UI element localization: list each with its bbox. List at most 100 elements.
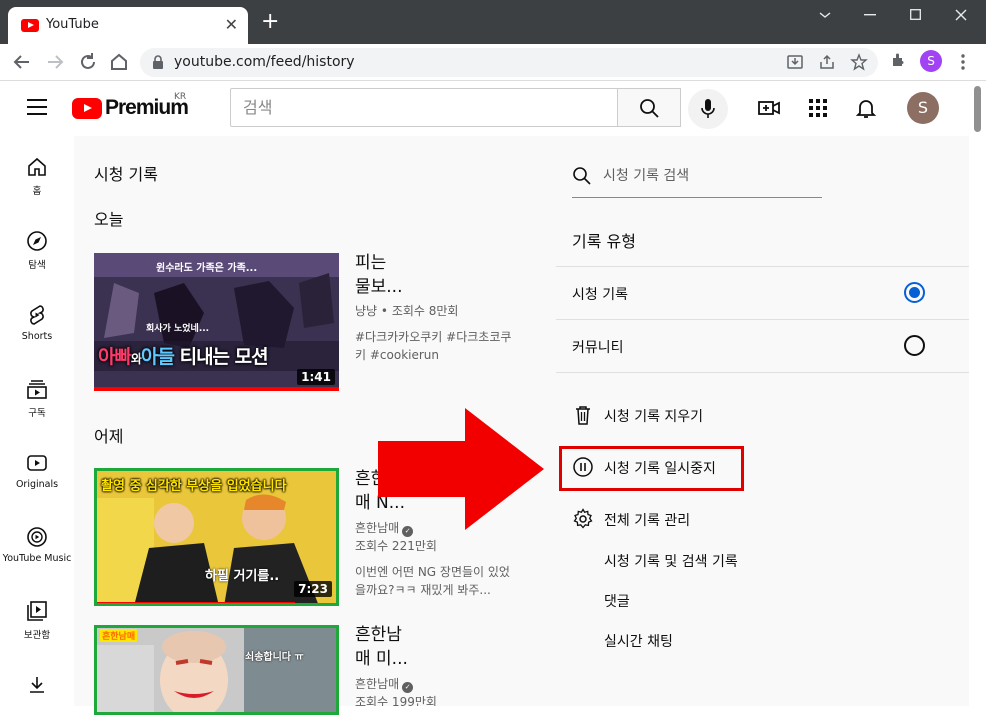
video-title[interactable]: 흔한남 매 미... xyxy=(355,623,495,671)
link-watch-and-search-history[interactable]: 시청 기록 및 검색 기록 xyxy=(604,551,738,571)
sidebar-item-subscriptions[interactable]: 구독 xyxy=(0,358,74,432)
trash-icon xyxy=(576,406,590,425)
video-views: 조회수 199만회 xyxy=(355,695,437,706)
youtube-favicon-icon xyxy=(21,19,39,32)
action-label: 전체 기록 관리 xyxy=(604,513,691,529)
forward-arrow-icon[interactable] xyxy=(44,51,66,73)
notifications-bell-icon[interactable] xyxy=(854,96,878,120)
apps-grid-icon[interactable] xyxy=(806,96,830,120)
video-views: 조회수 221만회 xyxy=(355,539,437,553)
create-video-icon[interactable] xyxy=(757,96,781,120)
divider xyxy=(556,372,969,373)
sidebar-item-originals[interactable]: Originals xyxy=(0,432,74,506)
address-bar[interactable]: youtube.com/feed/history xyxy=(140,48,878,77)
watch-progress-bar xyxy=(97,602,295,603)
annotation-arrow-icon xyxy=(378,408,544,530)
video-thumbnail[interactable]: 윈수라도 가족은 가족... 회사가 노었네... 아빠와아들 티내는 모션 1… xyxy=(94,253,339,391)
thumbnail-caption: 하필 거기를.. xyxy=(205,569,280,584)
voice-search-button[interactable] xyxy=(688,89,728,129)
annotation-highlight-box xyxy=(559,446,744,491)
search-icon xyxy=(640,99,659,118)
sidebar-item-explore[interactable]: 탐색 xyxy=(0,210,74,284)
video-thumbnail[interactable]: 흔한남매 쇠송합니다 ㅠ xyxy=(94,625,339,715)
sidebar-item-library[interactable]: 보관함 xyxy=(0,580,74,654)
thumbnail-headline: 촬영 중 심각한 부상을 입었습니다 xyxy=(101,479,287,494)
sidebar-item-label: 홈 xyxy=(32,186,42,197)
sidebar-item-label: YouTube Music xyxy=(2,553,72,564)
library-icon xyxy=(27,601,47,621)
share-icon[interactable] xyxy=(818,53,836,71)
video-description: #다크카카오쿠키 #다크초코쿠키 #cookierun xyxy=(355,330,512,362)
sidebar-item-label: 구독 xyxy=(28,408,46,419)
thumbnail-caption: 쇠송합니다 ㅠ xyxy=(245,652,304,663)
browser-tab[interactable]: YouTube ✕ xyxy=(8,7,248,44)
history-search-input[interactable] xyxy=(603,163,813,189)
search-input[interactable] xyxy=(231,89,617,126)
video-thumbnail[interactable]: 촬영 중 심각한 부상을 입었습니다 하필 거기를.. 7:23 xyxy=(94,468,339,606)
new-tab-button[interactable]: + xyxy=(261,11,279,33)
link-comments[interactable]: 댓글 xyxy=(604,591,630,611)
subscriptions-icon xyxy=(27,380,47,399)
browser-tab-bar: YouTube ✕ + xyxy=(0,0,986,44)
radio-selected[interactable] xyxy=(904,282,925,303)
action-label: 시청 기록 지우기 xyxy=(604,409,704,425)
thumbnail-headline: 아빠와아들 티내는 모션 xyxy=(98,346,269,368)
sidebar-item-home[interactable]: 홈 xyxy=(0,136,74,210)
reload-icon[interactable] xyxy=(77,51,99,73)
video-channel[interactable]: 흔한남매 ✓ xyxy=(355,675,515,693)
compass-icon xyxy=(27,231,47,251)
watch-progress-bar xyxy=(94,387,339,391)
history-type-watch[interactable]: 시청 기록 xyxy=(556,267,969,319)
thumbnail-caption: 윈수라도 가족은 가족... xyxy=(156,263,258,274)
sidebar-item-youtube-music[interactable]: YouTube Music xyxy=(0,506,74,580)
sidebar-item-label: 보관함 xyxy=(23,630,51,641)
sidebar-item-label: 탐색 xyxy=(28,260,46,271)
channel-badge: 흔한남매 xyxy=(100,629,138,642)
page-scrollbar[interactable] xyxy=(974,86,981,132)
maximize-icon[interactable] xyxy=(910,9,921,20)
sidebar-item-downloads[interactable] xyxy=(0,654,74,728)
country-code: KR xyxy=(174,92,187,102)
originals-icon xyxy=(27,455,47,471)
option-label: 커뮤니티 xyxy=(572,340,624,356)
sidebar-item-shorts[interactable]: Shorts xyxy=(0,284,74,358)
youtube-play-icon xyxy=(72,98,102,119)
extensions-icon[interactable] xyxy=(891,52,907,68)
history-search-box[interactable] xyxy=(572,161,822,198)
account-avatar[interactable]: S xyxy=(907,92,939,124)
bookmark-star-icon[interactable] xyxy=(850,53,868,71)
link-live-chat[interactable]: 실시간 채팅 xyxy=(604,631,673,651)
gear-icon xyxy=(573,508,593,529)
url-text[interactable]: youtube.com/feed/history xyxy=(174,54,355,70)
thumbnail-caption: 회사가 노었네... xyxy=(146,324,210,334)
video-duration: 1:41 xyxy=(297,369,335,385)
shorts-icon xyxy=(30,305,44,325)
microphone-icon xyxy=(701,99,715,118)
home-browser-icon[interactable] xyxy=(108,51,130,73)
back-arrow-icon[interactable] xyxy=(11,51,33,73)
lock-icon[interactable] xyxy=(152,54,164,70)
minimize-icon[interactable] xyxy=(864,14,876,16)
sidebar-item-label: Originals xyxy=(15,479,59,490)
browser-menu-icon[interactable] xyxy=(956,54,970,70)
browser-profile-avatar[interactable]: S xyxy=(920,50,942,72)
search-button[interactable] xyxy=(617,88,681,127)
search-box[interactable] xyxy=(230,88,618,127)
download-icon xyxy=(30,677,44,693)
video-duration: 7:23 xyxy=(294,581,332,597)
section-heading-today: 오늘 xyxy=(94,210,124,229)
tab-search-icon[interactable] xyxy=(818,10,832,20)
history-type-community[interactable]: 커뮤니티 xyxy=(556,320,969,372)
window-close-icon[interactable] xyxy=(955,9,967,21)
video-title[interactable]: 피는 물보... xyxy=(355,251,495,299)
page-title: 시청 기록 xyxy=(94,165,158,184)
radio-unselected[interactable] xyxy=(904,335,925,356)
install-app-icon[interactable] xyxy=(786,53,804,71)
video-description: 이번엔 어떤 NG 장면들이 있었을까요?ㅋㅋ 재밌게 봐주... xyxy=(355,565,510,597)
search-icon xyxy=(573,167,591,185)
youtube-header: Premium KR S xyxy=(0,82,986,136)
music-icon xyxy=(27,527,47,547)
sidebar: 홈 탐색 Shorts 구독 Originals YouTube Music 보… xyxy=(0,136,74,706)
hamburger-menu-icon[interactable] xyxy=(27,99,47,115)
tab-close-icon[interactable]: ✕ xyxy=(225,16,238,34)
